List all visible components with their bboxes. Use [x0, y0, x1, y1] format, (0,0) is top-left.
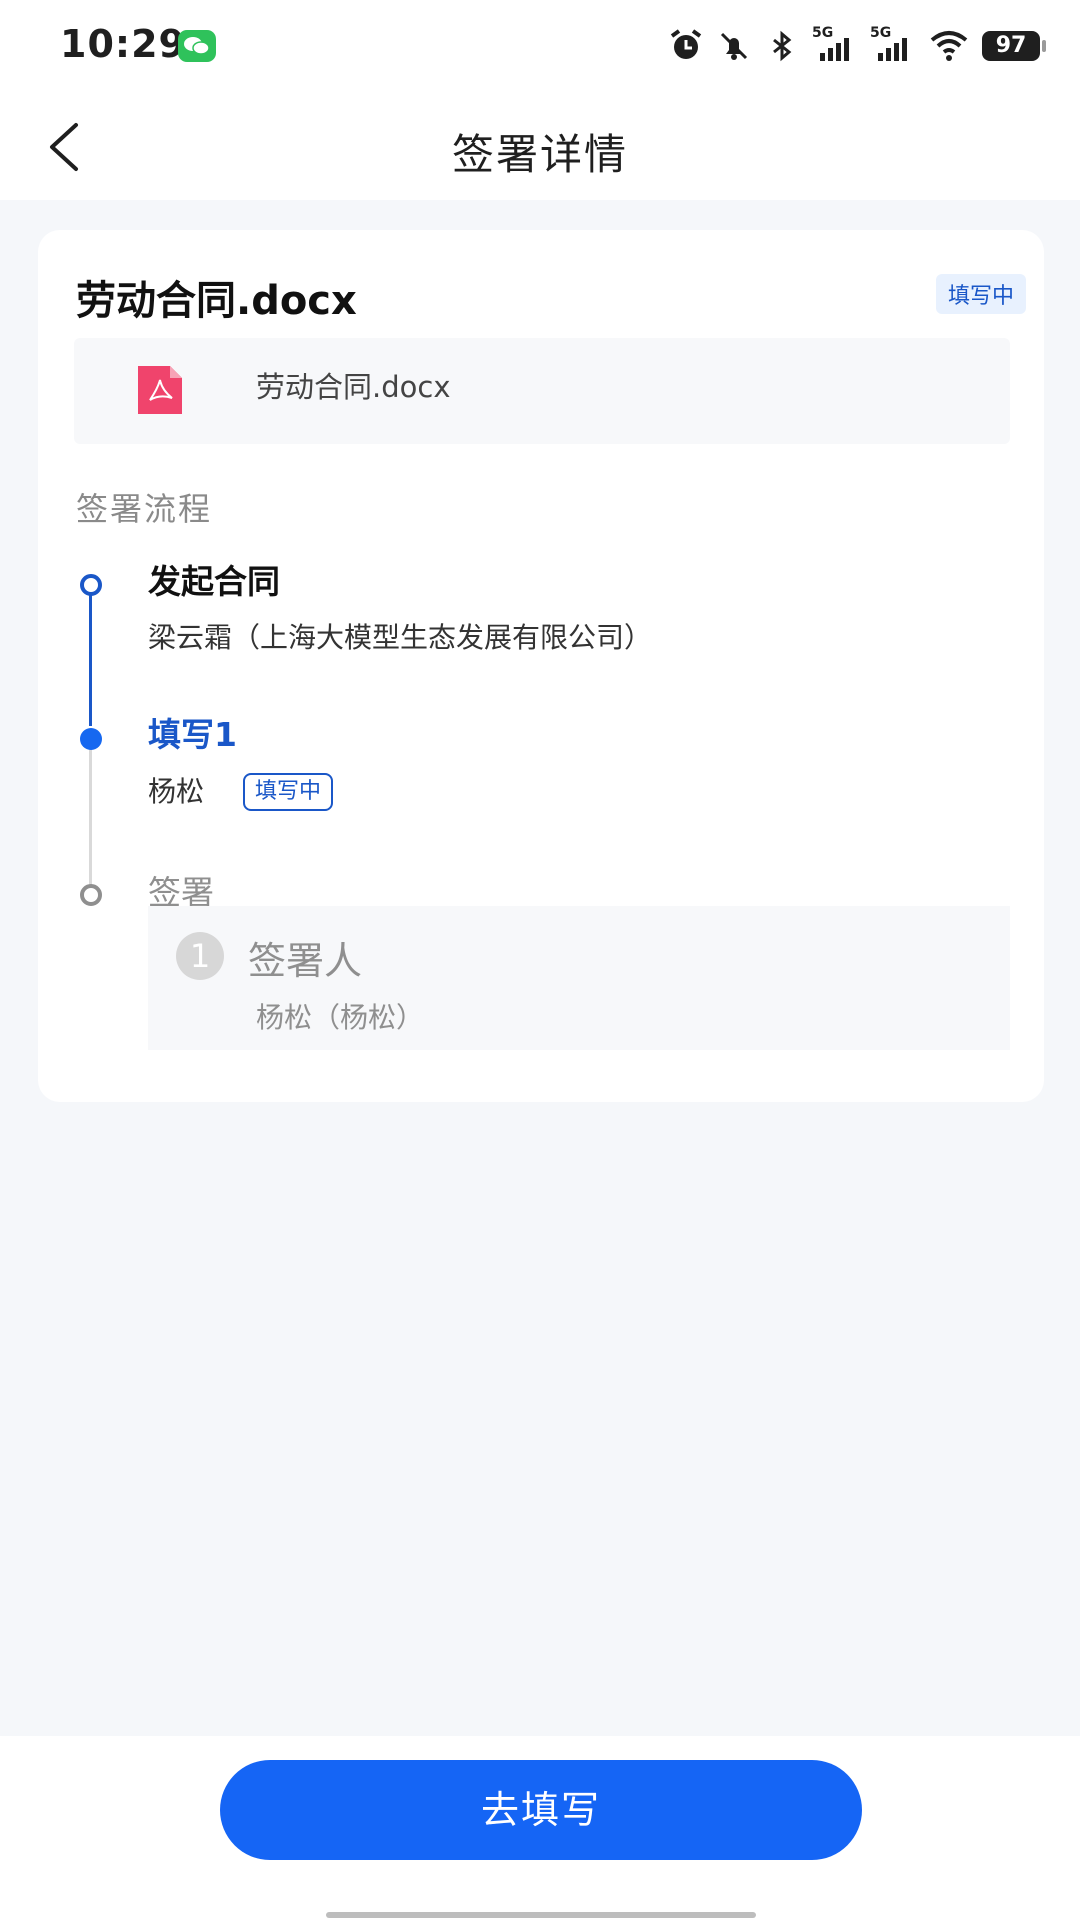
page-title: 签署详情: [451, 130, 628, 179]
sign-detail-card: 劳动合同.docx 填写中 劳动合同.docx 签署流程 发起合同 梁云霜（上海…: [38, 230, 1044, 1102]
file-name: 劳动合同.docx: [256, 370, 451, 404]
timeline-node-done: [80, 574, 102, 596]
status-badge: 填写中: [935, 274, 1026, 314]
signer-name: 杨松（杨松）: [256, 1001, 425, 1034]
status-time: 10:29: [60, 22, 186, 66]
timeline-line-done: [89, 592, 92, 726]
wechat-icon: [178, 30, 216, 62]
app-header: 签署详情: [0, 95, 1080, 200]
battery-icon: 97: [982, 31, 1046, 61]
bluetooth-icon: [773, 30, 792, 62]
timeline-node-current: [80, 728, 102, 750]
status-bar: 10:29 5G 5G 97: [0, 0, 1080, 95]
signer-number: 1: [176, 932, 224, 980]
mute-bell-icon: [720, 32, 748, 60]
fill-button[interactable]: 去填写: [220, 1760, 862, 1860]
step-subtitle: 梁云霜（上海大模型生态发展有限公司）: [148, 621, 653, 654]
document-title: 劳动合同.docx: [76, 278, 357, 324]
pdf-file-icon: [138, 366, 182, 414]
file-attachment[interactable]: 劳动合同.docx: [74, 338, 1010, 444]
wifi-icon: [930, 31, 968, 61]
step-title: 填写1: [148, 715, 237, 754]
step-title: 发起合同: [148, 562, 280, 601]
signer-label: 签署人: [248, 939, 363, 983]
timeline-node-pending: [80, 884, 102, 906]
timeline-line-pending: [89, 740, 92, 886]
signal-icon: 5G: [870, 25, 916, 65]
step-subtitle: 杨松: [148, 775, 205, 808]
alarm-icon: [670, 29, 702, 59]
signal-icon: 5G: [812, 25, 858, 65]
section-label: 签署流程: [76, 490, 213, 528]
status-badge: 填写中: [243, 773, 334, 811]
home-indicator[interactable]: [326, 1912, 756, 1918]
signer-box: 1 签署人 杨松（杨松）: [148, 906, 1010, 1050]
bottom-action-bar: 去填写: [0, 1736, 1080, 1920]
